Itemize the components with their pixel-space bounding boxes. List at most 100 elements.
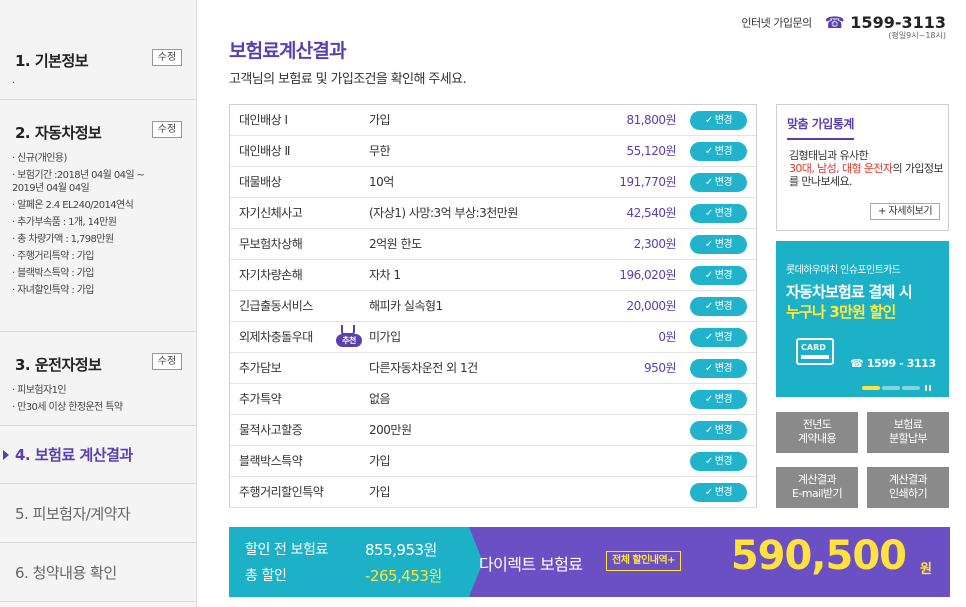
coverage-row: 추가담보 다른자동차운전 외 1건 950원 ✓ 변경 (230, 353, 756, 384)
sidebar: 1. 기본정보 수정 . 2. 자동차정보 수정 · 신규(개인용) · 보험기… (0, 0, 197, 607)
coverage-row: 대물배상 10억 191,770원 ✓ 변경 (230, 167, 756, 198)
banner-dot[interactable] (882, 386, 900, 390)
coverage-row: 자기신체사고 (자상1) 사망:3억 부상:3천만원 42,540원 ✓ 변경 (230, 198, 756, 229)
coverage-value: 10억 (369, 175, 394, 189)
step-premium-result[interactable]: 4. 보험료 계산결과 (0, 426, 197, 484)
card-icon: CARD (796, 338, 834, 365)
check-icon: ✓ (704, 456, 713, 467)
phone-icon: ☎ (824, 13, 845, 32)
final-premium-unit: 원 (920, 562, 932, 577)
custom-stats-box: 맞춤 가입통계 김형태님과 유사한 30대, 남성, 대형 운전자의 가입정보를… (776, 104, 949, 231)
print-result-button[interactable]: 계산결과 인쇄하기 (867, 467, 949, 508)
change-button[interactable]: ✓ 변경 (690, 235, 747, 254)
before-discount-label: 할인 전 보험료 (245, 542, 328, 558)
coverage-row: 무보험차상해 2억원 한도 2,300원 ✓ 변경 (230, 229, 756, 260)
change-button[interactable]: ✓ 변경 (690, 483, 747, 502)
stats-title: 맞춤 가입통계 (787, 115, 854, 140)
car-info-title: 2. 자동차정보 (15, 124, 102, 142)
discount-details-button[interactable]: 전체 할인내역+ (606, 551, 682, 571)
recommend-badge: 추천 (336, 325, 362, 348)
change-button[interactable]: ✓ 변경 (690, 452, 747, 471)
coverage-premium: 81,800원 (626, 113, 676, 127)
coverage-premium: 20,000원 (626, 299, 676, 313)
coverage-premium: 42,540원 (626, 206, 676, 220)
check-icon: ✓ (704, 146, 713, 157)
coverage-name: 대물배상 (239, 175, 282, 189)
coverage-row: 대인배상 Ⅱ 무한 55,120원 ✓ 변경 (230, 136, 756, 167)
coverage-name: 추가담보 (239, 361, 282, 375)
coverage-name: 외제차충돌우대 (239, 330, 313, 344)
basic-info-section: 1. 기본정보 수정 . (0, 0, 197, 100)
premium-summary-bar: 할인 전 보험료 855,953원 총 할인 -265,453원 다이렉트 보험… (229, 527, 950, 597)
car-info-edit-button[interactable]: 수정 (152, 121, 182, 138)
change-button[interactable]: ✓ 변경 (690, 204, 747, 223)
car-info-item: · 블랙박스특약 : 가입 (12, 268, 95, 279)
change-button[interactable]: ✓ 변경 (690, 142, 747, 161)
driver-info-title: 3. 운전자정보 (15, 356, 102, 374)
before-discount-value: 855,953원 (365, 541, 437, 559)
check-icon: ✓ (704, 239, 713, 250)
prev-contract-button[interactable]: 전년도 계약내용 (776, 412, 858, 453)
driver-info-edit-button[interactable]: 수정 (152, 353, 182, 370)
coverage-row: 긴급출동서비스 해피카 실속형1 20,000원 ✓ 변경 (230, 291, 756, 322)
coverage-name: 긴급출동서비스 (239, 299, 313, 313)
page-subtitle: 고객님의 보험료 및 가입조건을 확인해 주세요. (229, 72, 467, 87)
pause-icon[interactable] (925, 385, 931, 391)
change-button[interactable]: ✓ 변경 (690, 297, 747, 316)
coverage-row: 외제차충돌우대 추천 미가입 0원 ✓ 변경 (230, 322, 756, 353)
change-button[interactable]: ✓ 변경 (690, 111, 747, 130)
coverage-value: 가입 (369, 113, 391, 127)
step-insured-contractor[interactable]: 5. 피보험자/계약자 (0, 485, 197, 543)
basic-info-edit-button[interactable]: 수정 (152, 49, 182, 66)
banner-dot[interactable] (902, 386, 920, 390)
check-icon: ✓ (704, 270, 713, 281)
check-icon: ✓ (704, 301, 713, 312)
change-button[interactable]: ✓ 변경 (690, 173, 747, 192)
change-button[interactable]: ✓ 변경 (690, 359, 747, 378)
change-button[interactable]: ✓ 변경 (690, 328, 747, 347)
stats-text: 김형태님과 유사한 30대, 남성, 대형 운전자의 가입정보를 만나보세요. (789, 149, 944, 188)
coverage-value: 가입 (369, 454, 391, 468)
check-icon: ✓ (704, 115, 713, 126)
card-promo-banner[interactable]: 롯데하우머치 인슈포인트카드 자동차보험료 결제 시 누구나 3만원 할인 CA… (776, 241, 949, 397)
banner-dot[interactable] (862, 386, 880, 390)
change-button[interactable]: ✓ 변경 (690, 421, 747, 440)
inquiry-label: 인터넷 가입문의 (741, 16, 812, 30)
page-title: 보험료계산결과 (229, 40, 347, 62)
car-info-item: · 신규(개인용) (12, 153, 67, 164)
basic-info-item: . (12, 75, 15, 86)
coverage-name: 대인배상 Ⅱ (239, 144, 290, 158)
driver-info-item: · 만30세 이상 한정운전 특약 (12, 402, 123, 413)
change-button[interactable]: ✓ 변경 (690, 390, 747, 409)
basic-info-list: . (12, 72, 15, 89)
promo-card-name: 롯데하우머치 인슈포인트카드 (786, 265, 901, 276)
change-button[interactable]: ✓ 변경 (690, 266, 747, 285)
banner-pagination (862, 385, 931, 391)
more-details-button[interactable]: + 자세히보기 (870, 203, 940, 220)
driver-info-section: 3. 운전자정보 수정 · 피보험자1인 · 만30세 이상 한정운전 특약 (0, 332, 197, 426)
car-info-item: · 보험기간 :2018년 04월 04일 ~ 2019년 04월 04일 (12, 170, 145, 194)
coverage-value: 가입 (369, 485, 391, 499)
coverage-value: 200만원 (369, 423, 412, 437)
coverage-row: 추가특약 없음 ✓ 변경 (230, 384, 756, 415)
check-icon: ✓ (704, 394, 713, 405)
promo-headline: 자동차보험료 결제 시 (786, 283, 913, 301)
total-discount-value: -265,453원 (365, 567, 442, 585)
coverage-premium: 55,120원 (626, 144, 676, 158)
email-result-button[interactable]: 계산결과 E-mail받기 (776, 467, 858, 508)
recommend-label: 추천 (336, 334, 362, 347)
installment-button[interactable]: 보험료 분할납부 (867, 412, 949, 453)
coverage-row: 대인배상 Ⅰ 가입 81,800원 ✓ 변경 (230, 105, 756, 136)
coverage-value: 해피카 실속형1 (369, 299, 443, 313)
check-icon: ✓ (704, 363, 713, 374)
inquiry-block: 인터넷 가입문의 ☎ 1599-3113 (평일9시~18시) (741, 12, 946, 41)
car-info-list: · 신규(개인용) · 보험기간 :2018년 04월 04일 ~ 2019년 … (12, 150, 162, 299)
coverage-row: 블랙박스특약 가입 ✓ 변경 (230, 446, 756, 477)
check-icon: ✓ (704, 208, 713, 219)
step-application-confirm[interactable]: 6. 청약내용 확인 (0, 544, 197, 602)
car-info-item: · 자녀할인특약 : 가입 (12, 285, 95, 296)
coverage-row: 자기차량손해 자차 1 196,020원 ✓ 변경 (230, 260, 756, 291)
coverage-premium: 0원 (658, 330, 676, 344)
coverage-value: 미가입 (369, 330, 401, 344)
coverage-value: 2억원 한도 (369, 237, 422, 251)
